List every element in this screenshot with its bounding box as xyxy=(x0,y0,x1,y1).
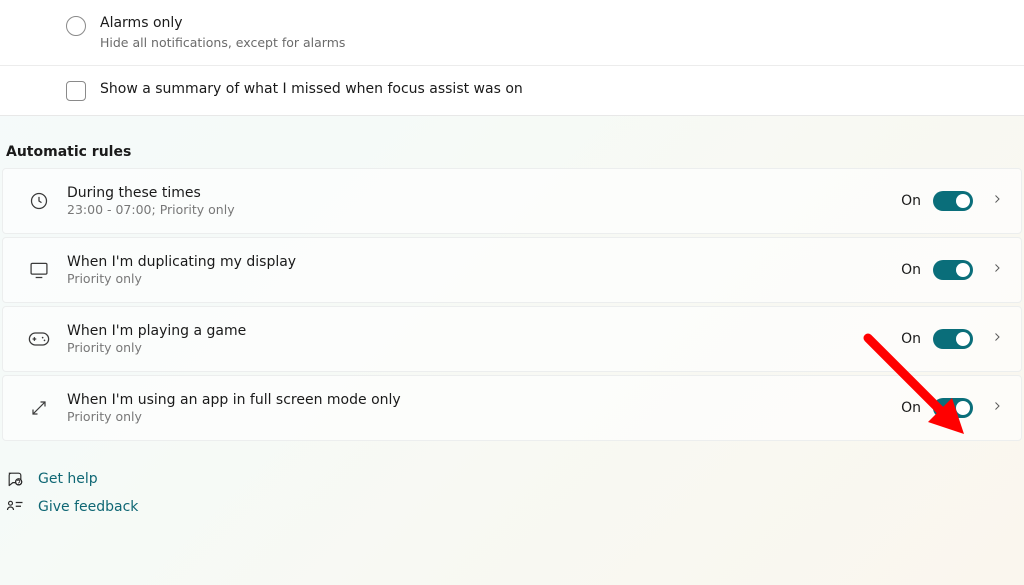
help-icon xyxy=(6,471,24,487)
automatic-rules-list: During these times 23:00 - 07:00; Priori… xyxy=(0,168,1024,441)
alarms-only-title: Alarms only xyxy=(100,14,345,34)
automatic-rules-header: Automatic rules xyxy=(0,116,1024,168)
rule-status: On xyxy=(901,262,921,278)
rule-toggle[interactable] xyxy=(933,191,973,211)
get-help-link[interactable]: Get help xyxy=(6,465,1024,493)
rule-duplicating-display[interactable]: When I'm duplicating my display Priority… xyxy=(2,237,1022,303)
rule-during-these-times[interactable]: During these times 23:00 - 07:00; Priori… xyxy=(2,168,1022,234)
give-feedback-label: Give feedback xyxy=(38,499,138,515)
feedback-icon xyxy=(6,499,24,515)
checkbox-icon xyxy=(66,81,86,101)
rule-label-block: When I'm playing a game Priority only xyxy=(57,323,901,355)
rule-title: During these times xyxy=(67,185,901,201)
give-feedback-link[interactable]: Give feedback xyxy=(6,493,1024,521)
rule-title: When I'm duplicating my display xyxy=(67,254,901,270)
clock-icon xyxy=(21,191,57,211)
radio-icon xyxy=(66,16,86,36)
rule-label-block: When I'm using an app in full screen mod… xyxy=(57,392,901,424)
rule-status: On xyxy=(901,193,921,209)
radio-option-alarms-only[interactable]: Alarms only Hide all notifications, exce… xyxy=(0,0,1024,65)
rule-playing-game[interactable]: When I'm playing a game Priority only On xyxy=(2,306,1022,372)
get-help-label: Get help xyxy=(38,471,98,487)
rule-subtitle: Priority only xyxy=(67,340,901,355)
chevron-right-icon xyxy=(991,400,1003,416)
monitor-icon xyxy=(21,260,57,280)
rule-toggle[interactable] xyxy=(933,329,973,349)
focus-assist-options-panel: Alarms only Hide all notifications, exce… xyxy=(0,0,1024,116)
checkbox-option-text: Show a summary of what I missed when foc… xyxy=(100,80,523,100)
chevron-right-icon xyxy=(991,262,1003,278)
chevron-right-icon xyxy=(991,193,1003,209)
radio-option-text: Alarms only Hide all notifications, exce… xyxy=(100,14,345,51)
alarms-only-subtitle: Hide all notifications, except for alarm… xyxy=(100,35,345,51)
checkbox-option-show-summary[interactable]: Show a summary of what I missed when foc… xyxy=(0,65,1024,115)
rule-toggle[interactable] xyxy=(933,260,973,280)
rule-status: On xyxy=(901,331,921,347)
rule-title: When I'm using an app in full screen mod… xyxy=(67,392,901,408)
rule-subtitle: Priority only xyxy=(67,409,901,424)
rule-subtitle: 23:00 - 07:00; Priority only xyxy=(67,202,901,217)
rule-status: On xyxy=(901,400,921,416)
rule-toggle[interactable] xyxy=(933,398,973,418)
rule-title: When I'm playing a game xyxy=(67,323,901,339)
rule-subtitle: Priority only xyxy=(67,271,901,286)
gamepad-icon xyxy=(21,331,57,347)
rule-label-block: During these times 23:00 - 07:00; Priori… xyxy=(57,185,901,217)
rule-label-block: When I'm duplicating my display Priority… xyxy=(57,254,901,286)
rule-fullscreen-app[interactable]: When I'm using an app in full screen mod… xyxy=(2,375,1022,441)
show-summary-label: Show a summary of what I missed when foc… xyxy=(100,80,523,100)
footer-links: Get help Give feedback xyxy=(0,441,1024,521)
chevron-right-icon xyxy=(991,331,1003,347)
fullscreen-icon xyxy=(21,399,57,417)
